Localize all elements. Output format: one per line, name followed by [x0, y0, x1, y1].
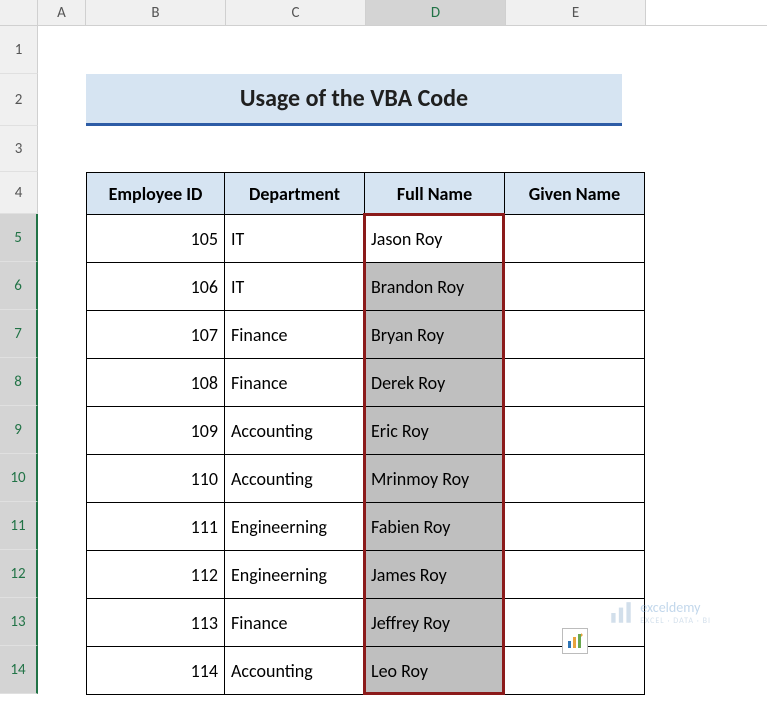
cell-dept[interactable]: IT — [225, 215, 365, 263]
row-header-9[interactable]: 9 — [0, 406, 38, 454]
watermark: exceldemy EXCEL · DATA · BI — [608, 599, 711, 626]
quick-analysis-icon[interactable] — [562, 628, 588, 654]
header-full: Full Name — [365, 173, 505, 215]
table-row: 110AccountingMrinmoy Roy — [87, 455, 645, 503]
row-header-8[interactable]: 8 — [0, 358, 38, 406]
header-empid: Employee ID — [87, 173, 225, 215]
cell-dept[interactable]: Engineerning — [225, 503, 365, 551]
row-header-3[interactable]: 3 — [0, 126, 38, 172]
cell-full[interactable]: Jason Roy — [365, 215, 505, 263]
column-headers: ABCDE — [0, 0, 767, 26]
row-header-5[interactable]: 5 — [0, 214, 38, 262]
row-header-11[interactable]: 11 — [0, 502, 38, 550]
cell-given[interactable] — [505, 407, 645, 455]
cell-full[interactable]: Leo Roy — [365, 647, 505, 695]
cell-empid[interactable]: 107 — [87, 311, 225, 359]
row-header-12[interactable]: 12 — [0, 550, 38, 598]
cell-empid[interactable]: 112 — [87, 551, 225, 599]
cell-dept[interactable]: IT — [225, 263, 365, 311]
select-all-corner[interactable] — [0, 0, 38, 25]
cell-dept[interactable]: Accounting — [225, 455, 365, 503]
cell-full[interactable]: Eric Roy — [365, 407, 505, 455]
row-header-2[interactable]: 2 — [0, 74, 38, 126]
cell-full[interactable]: James Roy — [365, 551, 505, 599]
cell-given[interactable] — [505, 455, 645, 503]
table-row: 105ITJason Roy — [87, 215, 645, 263]
table-row: 111EngineerningFabien Roy — [87, 503, 645, 551]
cell-empid[interactable]: 111 — [87, 503, 225, 551]
col-header-E[interactable]: E — [506, 0, 646, 25]
cell-given[interactable] — [505, 311, 645, 359]
cell-dept[interactable]: Finance — [225, 359, 365, 407]
table-row: 106ITBrandon Roy — [87, 263, 645, 311]
row-headers: 1234567891011121314 — [0, 26, 38, 694]
cell-full[interactable]: Brandon Roy — [365, 263, 505, 311]
col-header-A[interactable]: A — [38, 0, 86, 25]
cell-dept[interactable]: Finance — [225, 599, 365, 647]
watermark-sub: EXCEL · DATA · BI — [640, 616, 711, 626]
cell-given[interactable] — [505, 359, 645, 407]
cell-dept[interactable]: Accounting — [225, 407, 365, 455]
cell-empid[interactable]: 114 — [87, 647, 225, 695]
cell-empid[interactable]: 109 — [87, 407, 225, 455]
row-header-14[interactable]: 14 — [0, 646, 38, 694]
title-cell: Usage of the VBA Code — [86, 74, 622, 126]
table-header-row: Employee ID Department Full Name Given N… — [87, 173, 645, 215]
row-header-10[interactable]: 10 — [0, 454, 38, 502]
cell-given[interactable] — [505, 263, 645, 311]
data-table: Employee ID Department Full Name Given N… — [86, 172, 645, 695]
header-dept: Department — [225, 173, 365, 215]
col-header-D[interactable]: D — [366, 0, 506, 25]
row-header-1[interactable]: 1 — [0, 26, 38, 74]
cell-full[interactable]: Jeffrey Roy — [365, 599, 505, 647]
cell-empid[interactable]: 113 — [87, 599, 225, 647]
row-header-7[interactable]: 7 — [0, 310, 38, 358]
cell-full[interactable]: Bryan Roy — [365, 311, 505, 359]
table-row: 108FinanceDerek Roy — [87, 359, 645, 407]
col-header-C[interactable]: C — [226, 0, 366, 25]
table-row: 114AccountingLeo Roy — [87, 647, 645, 695]
cell-dept[interactable]: Finance — [225, 311, 365, 359]
table-row: 109AccountingEric Roy — [87, 407, 645, 455]
row-header-4[interactable]: 4 — [0, 172, 38, 214]
cell-given[interactable] — [505, 551, 645, 599]
col-header-B[interactable]: B — [86, 0, 226, 25]
row-header-6[interactable]: 6 — [0, 262, 38, 310]
cell-empid[interactable]: 108 — [87, 359, 225, 407]
cell-full[interactable]: Fabien Roy — [365, 503, 505, 551]
grid-area[interactable]: Usage of the VBA Code Employee ID Depart… — [38, 26, 767, 694]
cell-dept[interactable]: Engineerning — [225, 551, 365, 599]
cell-given[interactable] — [505, 215, 645, 263]
cell-given[interactable] — [505, 503, 645, 551]
cell-full[interactable]: Mrinmoy Roy — [365, 455, 505, 503]
cell-empid[interactable]: 105 — [87, 215, 225, 263]
header-given: Given Name — [505, 173, 645, 215]
cell-empid[interactable]: 106 — [87, 263, 225, 311]
cell-empid[interactable]: 110 — [87, 455, 225, 503]
table-row: 107FinanceBryan Roy — [87, 311, 645, 359]
cell-full[interactable]: Derek Roy — [365, 359, 505, 407]
row-header-13[interactable]: 13 — [0, 598, 38, 646]
watermark-name: exceldemy — [640, 599, 700, 616]
table-row: 112EngineerningJames Roy — [87, 551, 645, 599]
cell-dept[interactable]: Accounting — [225, 647, 365, 695]
table-row: 113FinanceJeffrey Roy — [87, 599, 645, 647]
